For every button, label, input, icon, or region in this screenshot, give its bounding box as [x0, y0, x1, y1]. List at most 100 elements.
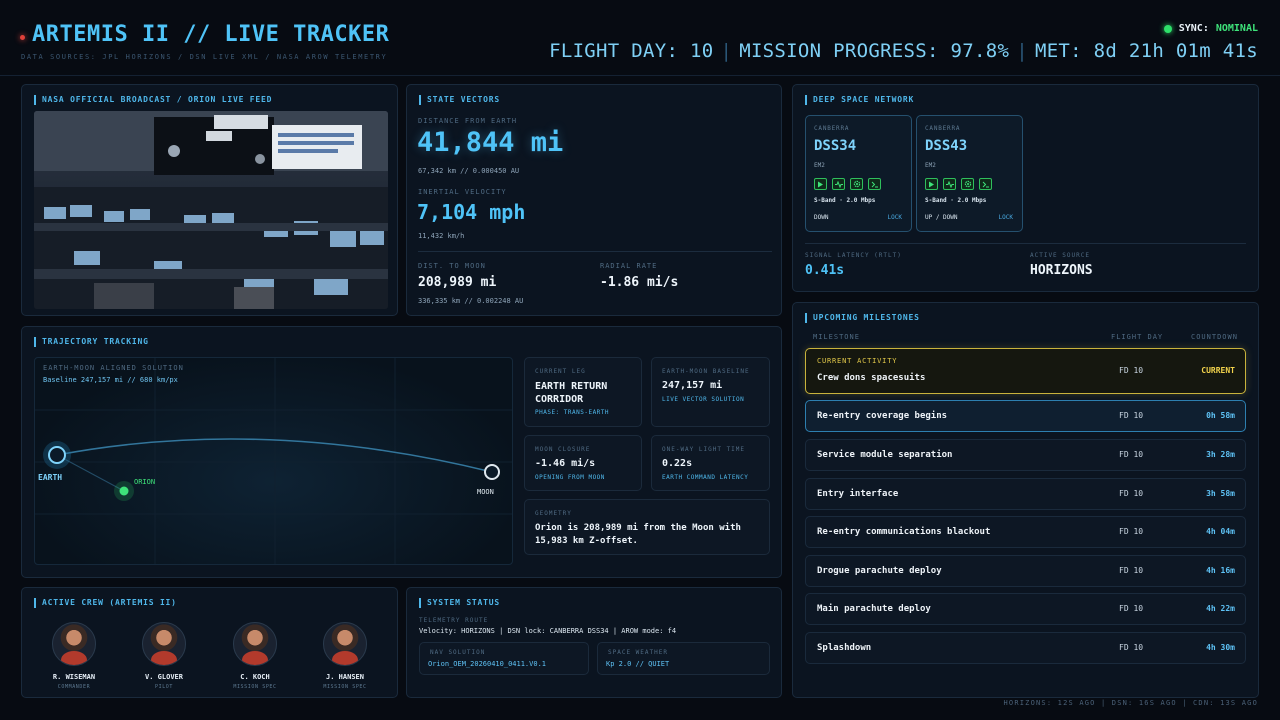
data-freshness-footer: HORIZONS: 12S AGO | DSN: 16S AGO | CDN: … — [1003, 699, 1258, 707]
dish-site: CANBERRA — [814, 125, 850, 132]
trajectory-title: TRAJECTORY TRACKING — [34, 337, 149, 347]
crew-member[interactable]: R. WISEMAN COMMANDER — [39, 622, 109, 690]
live-dot-icon — [20, 35, 25, 40]
space-weather-card: SPACE WEATHER Kp 2.0 // QUIET — [597, 642, 770, 675]
milestones-panel: UPCOMING MILESTONES MILESTONE FLIGHT DAY… — [792, 302, 1259, 698]
dish-card-dss34[interactable]: CANBERRA DSS34 EM2 S-Band · 2.0 Mbps DOW… — [805, 115, 912, 232]
baseline-card: EARTH-MOON BASELINE 247,157 mi LIVE VECT… — [651, 357, 770, 427]
milestone-row[interactable]: Re-entry coverage begins FD 10 0h 58m — [805, 400, 1246, 432]
dsn-panel: DEEP SPACE NETWORK CANBERRA DSS34 EM2 S-… — [792, 84, 1259, 292]
sync-value: NOMINAL — [1215, 23, 1258, 34]
divider — [805, 243, 1246, 244]
dish-card-dss43[interactable]: CANBERRA DSS43 EM2 S-Band · 2.0 Mbps UP … — [916, 115, 1023, 232]
separator: | — [1016, 40, 1028, 62]
milestone-day: FD 10 — [1119, 643, 1144, 652]
dish-lock-status: LOCK — [887, 214, 902, 221]
col-milestone: MILESTONE — [813, 333, 860, 341]
current-leg-value: EARTH RETURN CORRIDOR — [535, 381, 608, 405]
state-vectors-title: STATE VECTORS — [419, 95, 500, 105]
title-wrap: ARTEMIS II // LIVE TRACKER — [20, 22, 390, 47]
data-sources: DATA SOURCES: JPL HORIZONS / DSN LIVE XM… — [21, 53, 388, 61]
radial-rate-value: -1.86 mi/s — [600, 275, 679, 290]
current-leg-card: CURRENT LEG EARTH RETURN CORRIDOR PHASE:… — [524, 357, 642, 427]
avatar — [233, 622, 277, 666]
milestone-countdown: 4h 30m — [1206, 643, 1235, 652]
geometry-label: GEOMETRY — [535, 510, 572, 517]
crew-role: MISSION SPEC — [323, 684, 367, 690]
app-title: ARTEMIS II // LIVE TRACKER — [32, 22, 390, 47]
latency-value: 0.41s — [805, 263, 845, 278]
milestone-row[interactable]: Service module separation FD 10 3h 28m — [805, 439, 1246, 471]
milestone-countdown: 0h 58m — [1206, 411, 1235, 420]
milestone-name: Splashdown — [817, 643, 872, 653]
separator: | — [720, 40, 733, 62]
broadcast-title: NASA OFFICIAL BROADCAST / ORION LIVE FEE… — [34, 95, 272, 105]
milestone-row[interactable]: Main parachute deploy FD 10 4h 22m — [805, 593, 1246, 625]
crew-member[interactable]: J. HANSEN MISSION SPEC — [310, 622, 380, 690]
dsn-title: DEEP SPACE NETWORK — [805, 95, 914, 105]
trajectory-svg — [35, 358, 512, 564]
nav-solution-label: NAV SOLUTION — [430, 649, 486, 656]
dish-status-icons — [814, 178, 881, 190]
trajectory-panel: TRAJECTORY TRACKING EARTH-MOON ALIGNED S… — [21, 326, 782, 578]
light-time-value: 0.22s — [662, 458, 693, 469]
flight-day: FLIGHT DAY: 10 — [549, 40, 714, 62]
dish-site: CANBERRA — [925, 125, 961, 132]
orion-marker — [119, 486, 129, 496]
earth-marker — [48, 446, 66, 464]
crew-member[interactable]: V. GLOVER PILOT — [129, 622, 199, 690]
distance-value: 41,844 mi — [417, 127, 564, 158]
gear-icon — [961, 178, 974, 190]
milestone-row[interactable]: Splashdown FD 10 4h 30m — [805, 632, 1246, 664]
space-weather-value: Kp 2.0 // QUIET — [606, 660, 670, 668]
solution-label: EARTH-MOON ALIGNED SOLUTION — [43, 364, 184, 372]
moon-label: MOON — [477, 488, 494, 496]
geometry-card: GEOMETRY Orion is 208,989 mi from the Mo… — [524, 499, 770, 555]
nav-solution-card: NAV SOLUTION Orion_OEM_20260410_0411.V0.… — [419, 642, 589, 675]
milestone-countdown: CURRENT — [1201, 366, 1235, 375]
milestone-name: Re-entry coverage begins — [817, 411, 948, 421]
crew-name: R. WISEMAN — [52, 673, 96, 681]
velocity-label: INERTIAL VELOCITY — [418, 188, 507, 196]
milestone-name: Re-entry communications blackout — [817, 527, 991, 537]
milestone-day: FD 10 — [1119, 366, 1144, 375]
state-vectors-panel: STATE VECTORS DISTANCE FROM EARTH 41,844… — [406, 84, 782, 316]
terminal-icon — [868, 178, 881, 190]
avatar — [52, 622, 96, 666]
baseline-text: Baseline 247,157 mi // 680 km/px — [43, 376, 178, 384]
system-status-title: SYSTEM STATUS — [419, 598, 500, 608]
milestone-name: Crew dons spacesuits — [817, 373, 926, 383]
earth-label: EARTH — [38, 473, 63, 482]
milestone-row[interactable]: Drogue parachute deploy FD 10 4h 16m — [805, 555, 1246, 587]
system-status-panel: SYSTEM STATUS TELEMETRY ROUTE Velocity: … — [406, 587, 782, 698]
sync-label: SYNC: — [1178, 23, 1209, 34]
milestone-row-current[interactable]: CURRENT ACTIVITY Crew dons spacesuits FD… — [805, 348, 1246, 394]
milestone-name: Service module separation — [817, 450, 953, 460]
milestone-day: FD 10 — [1119, 527, 1144, 536]
nav-solution-value: Orion_OEM_20260410_0411.V0.1 — [428, 660, 547, 668]
dish-target: EM2 — [925, 162, 936, 169]
live-video-feed[interactable] — [34, 111, 388, 309]
moon-closure-value: -1.46 mi/s — [535, 458, 596, 469]
mission-progress: MISSION PROGRESS: 97.8% — [739, 40, 1010, 62]
crew-member[interactable]: C. KOCH MISSION SPEC — [220, 622, 290, 690]
milestone-day: FD 10 — [1119, 566, 1144, 575]
light-time-card: ONE-WAY LIGHT TIME 0.22s EARTH COMMAND L… — [651, 435, 770, 491]
crew-panel: ACTIVE CREW (ARTEMIS II) R. WISEMAN COMM… — [21, 587, 398, 698]
current-leg-sub: PHASE: TRANS-EARTH — [535, 409, 610, 416]
milestone-day: FD 10 — [1119, 450, 1144, 459]
milestone-row[interactable]: Entry interface FD 10 3h 58m — [805, 478, 1246, 510]
space-weather-label: SPACE WEATHER — [608, 649, 668, 656]
dish-status-icons — [925, 178, 992, 190]
play-icon — [925, 178, 938, 190]
dish-band: S-Band · 2.0 Mbps — [925, 197, 987, 204]
crew-name: V. GLOVER — [145, 673, 183, 681]
milestone-row[interactable]: Re-entry communications blackout FD 10 4… — [805, 516, 1246, 548]
velocity-sub: 11,432 km/h — [418, 232, 465, 240]
baseline-sub: LIVE VECTOR SOLUTION — [662, 396, 745, 403]
trajectory-plot[interactable]: EARTH-MOON ALIGNED SOLUTION Baseline 247… — [34, 357, 513, 565]
light-time-label: ONE-WAY LIGHT TIME — [662, 446, 746, 453]
dish-name: DSS43 — [925, 138, 968, 154]
distance-label: DISTANCE FROM EARTH — [418, 117, 518, 125]
signal-wave-icon — [943, 178, 956, 190]
